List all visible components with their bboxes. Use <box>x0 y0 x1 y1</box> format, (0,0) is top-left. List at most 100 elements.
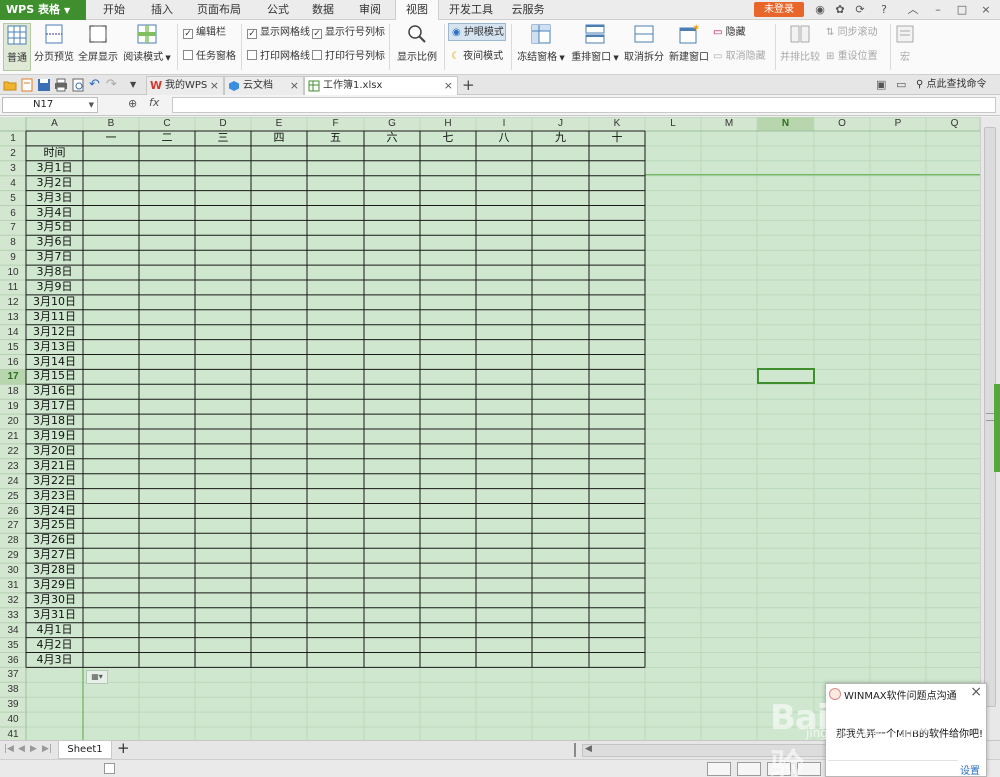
row-header[interactable]: 32 <box>0 593 26 608</box>
cell[interactable]: 3月7日 <box>26 249 83 264</box>
close-icon[interactable]: × <box>970 684 982 700</box>
normal-view-status-icon[interactable] <box>707 762 731 776</box>
row-header[interactable]: 29 <box>0 548 26 563</box>
row-header[interactable]: 1 <box>0 131 26 146</box>
cell[interactable]: 3月4日 <box>26 205 83 220</box>
macro-record-icon[interactable] <box>104 763 115 774</box>
print-preview-icon[interactable] <box>71 78 85 92</box>
login-button[interactable]: 未登录 <box>754 2 804 17</box>
cell[interactable]: 四 <box>251 130 307 145</box>
help-button[interactable]: ? <box>874 2 894 18</box>
close-button[interactable]: × <box>976 2 996 18</box>
tab-7[interactable]: 开发工具 <box>440 0 502 20</box>
selected-cell-n17[interactable] <box>757 368 815 384</box>
cell[interactable]: 3月13日 <box>26 339 83 354</box>
normal-view-button[interactable]: 普通 <box>3 23 31 71</box>
cell[interactable]: 时间 <box>26 145 83 160</box>
eye-mode-button[interactable]: ◉ 护眼模式 <box>448 23 506 41</box>
row-header[interactable]: 6 <box>0 206 26 221</box>
new-tab-button[interactable]: + <box>462 75 475 95</box>
zoom-button[interactable]: 显示比例 <box>394 23 440 71</box>
page-break-status-icon[interactable] <box>767 762 791 776</box>
close-icon[interactable]: × <box>444 77 453 95</box>
macro-button[interactable]: 宏 <box>894 23 916 71</box>
print-headings-checkbox[interactable]: 打印行号列标 <box>312 48 385 66</box>
prev-sheet-icon[interactable]: ◀ <box>18 744 25 754</box>
row-header[interactable]: 18 <box>0 384 26 399</box>
tab-workbook[interactable]: 工作簿1.xlsx × <box>304 76 458 96</box>
column-header[interactable]: N <box>757 117 814 131</box>
row-header[interactable]: 38 <box>0 682 26 697</box>
cell[interactable]: 3月31日 <box>26 607 83 622</box>
column-header[interactable]: C <box>139 117 195 131</box>
cell[interactable]: 3月17日 <box>26 398 83 413</box>
customize-toolbar-icon[interactable]: ▼ <box>130 78 144 92</box>
cell[interactable]: 3月3日 <box>26 190 83 205</box>
add-sheet-button[interactable]: + <box>117 739 130 757</box>
zoom-lookup-icon[interactable]: ⊕ <box>128 97 137 110</box>
cell[interactable]: 六 <box>364 130 420 145</box>
settings-icon[interactable]: ✿ <box>830 2 850 18</box>
column-header[interactable]: J <box>532 117 589 131</box>
night-mode-button[interactable]: ☾ 夜间模式 <box>451 48 503 66</box>
cell[interactable]: 八 <box>476 130 532 145</box>
row-header[interactable]: 21 <box>0 429 26 444</box>
task-pane-checkbox[interactable]: 任务窗格 <box>183 48 236 66</box>
cell[interactable]: 3月28日 <box>26 562 83 577</box>
page-layout-status-icon[interactable] <box>737 762 761 776</box>
tab-2[interactable]: 页面布局 <box>188 0 250 20</box>
row-header[interactable]: 37 <box>0 667 26 682</box>
side-by-side-button[interactable]: 并排比较 <box>779 23 821 71</box>
cell[interactable]: 3月30日 <box>26 592 83 607</box>
cell[interactable]: 3月2日 <box>26 175 83 190</box>
tab-5[interactable]: 审阅 <box>350 0 390 20</box>
cell[interactable]: 3月22日 <box>26 473 83 488</box>
cell[interactable]: 3月8日 <box>26 264 83 279</box>
row-header[interactable]: 40 <box>0 712 26 727</box>
row-header[interactable]: 33 <box>0 608 26 623</box>
cell[interactable]: 3月11日 <box>26 309 83 324</box>
search-command[interactable]: ⚲ 点此查找命令 <box>916 75 987 95</box>
row-header[interactable]: 20 <box>0 414 26 429</box>
tab-4[interactable]: 数据 <box>303 0 343 20</box>
cell[interactable]: 3月29日 <box>26 577 83 592</box>
row-header[interactable]: 2 <box>0 146 26 161</box>
fullscreen-button[interactable]: 全屏显示 <box>78 23 118 71</box>
row-header[interactable]: 34 <box>0 623 26 638</box>
row-header[interactable]: 24 <box>0 474 26 489</box>
tab-list-icon[interactable]: ▣ <box>876 78 890 92</box>
cell[interactable]: 3月12日 <box>26 324 83 339</box>
maximize-button[interactable]: □ <box>952 2 972 18</box>
paste-options-button[interactable]: ▦▾ <box>86 670 108 684</box>
column-header[interactable]: L <box>645 117 701 131</box>
worksheet-grid[interactable]: A B C D E F G H I J K L M N O P Q 1 2 3 4 5 6 7 8 9 10 11 12 13 14 15 16… <box>0 117 980 740</box>
column-header[interactable]: F <box>307 117 364 131</box>
row-header[interactable]: 11 <box>0 280 26 295</box>
row-header[interactable]: 5 <box>0 191 26 206</box>
column-header[interactable]: O <box>814 117 870 131</box>
side-panel-toggle[interactable] <box>994 384 1000 472</box>
first-sheet-icon[interactable]: |◀ <box>4 744 14 754</box>
row-header[interactable]: 10 <box>0 265 26 280</box>
column-header[interactable]: M <box>701 117 757 131</box>
undo-icon[interactable]: ↶ <box>89 78 103 92</box>
row-header[interactable]: 19 <box>0 399 26 414</box>
row-header[interactable]: 31 <box>0 578 26 593</box>
cell[interactable]: 3月5日 <box>26 219 83 234</box>
row-header[interactable]: 39 <box>0 697 26 712</box>
row-header[interactable]: 23 <box>0 459 26 474</box>
last-sheet-icon[interactable]: ▶| <box>42 744 52 754</box>
row-header[interactable]: 8 <box>0 235 26 250</box>
cell[interactable]: 3月1日 <box>26 160 83 175</box>
insert-function-button[interactable]: fx <box>149 96 159 109</box>
popup-settings-link[interactable]: 设置 <box>960 762 980 777</box>
edit-bar-checkbox[interactable]: ✓ 编辑栏 <box>183 24 226 42</box>
column-header[interactable]: A <box>26 117 83 131</box>
column-header[interactable]: H <box>420 117 476 131</box>
sync-scroll-button[interactable]: ⇅ 同步滚动 <box>826 24 878 42</box>
row-header[interactable]: 22 <box>0 444 26 459</box>
cell[interactable]: 3月25日 <box>26 517 83 532</box>
row-header[interactable]: 27 <box>0 518 26 533</box>
row-header[interactable]: 9 <box>0 250 26 265</box>
next-sheet-icon[interactable]: ▶ <box>30 744 37 754</box>
